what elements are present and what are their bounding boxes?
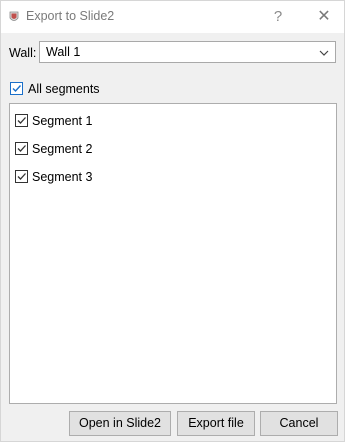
segment-label: Segment 3 [32,170,93,184]
list-item[interactable]: Segment 3 [10,165,336,187]
segment-list: Segment 1 Segment 2 Segment 3 [9,103,337,404]
close-button[interactable]: ✕ [309,1,339,33]
segment-label: Segment 1 [32,114,93,128]
list-item[interactable]: Segment 2 [10,137,336,159]
segment-checkbox[interactable] [15,114,28,127]
window-title: Export to Slide2 [26,9,115,23]
segment-label: Segment 2 [32,142,93,156]
all-segments-label: All segments [28,82,100,96]
title-bar: Export to Slide2 ? ✕ [1,1,344,33]
all-segments-checkbox[interactable] [10,82,23,95]
open-in-slide2-button[interactable]: Open in Slide2 [69,411,171,436]
help-button[interactable]: ? [265,1,291,33]
segment-checkbox[interactable] [15,142,28,155]
list-item[interactable]: Segment 1 [10,109,336,131]
wall-dropdown[interactable]: Wall 1 [39,41,336,63]
chevron-down-icon [319,47,329,57]
wall-dropdown-value: Wall 1 [46,45,81,59]
app-icon [8,11,20,23]
segment-checkbox[interactable] [15,170,28,183]
export-file-button[interactable]: Export file [177,411,255,436]
export-dialog: Export to Slide2 ? ✕ Wall: Wall 1 All se… [0,0,345,442]
cancel-button[interactable]: Cancel [260,411,338,436]
wall-label: Wall: [9,46,37,60]
